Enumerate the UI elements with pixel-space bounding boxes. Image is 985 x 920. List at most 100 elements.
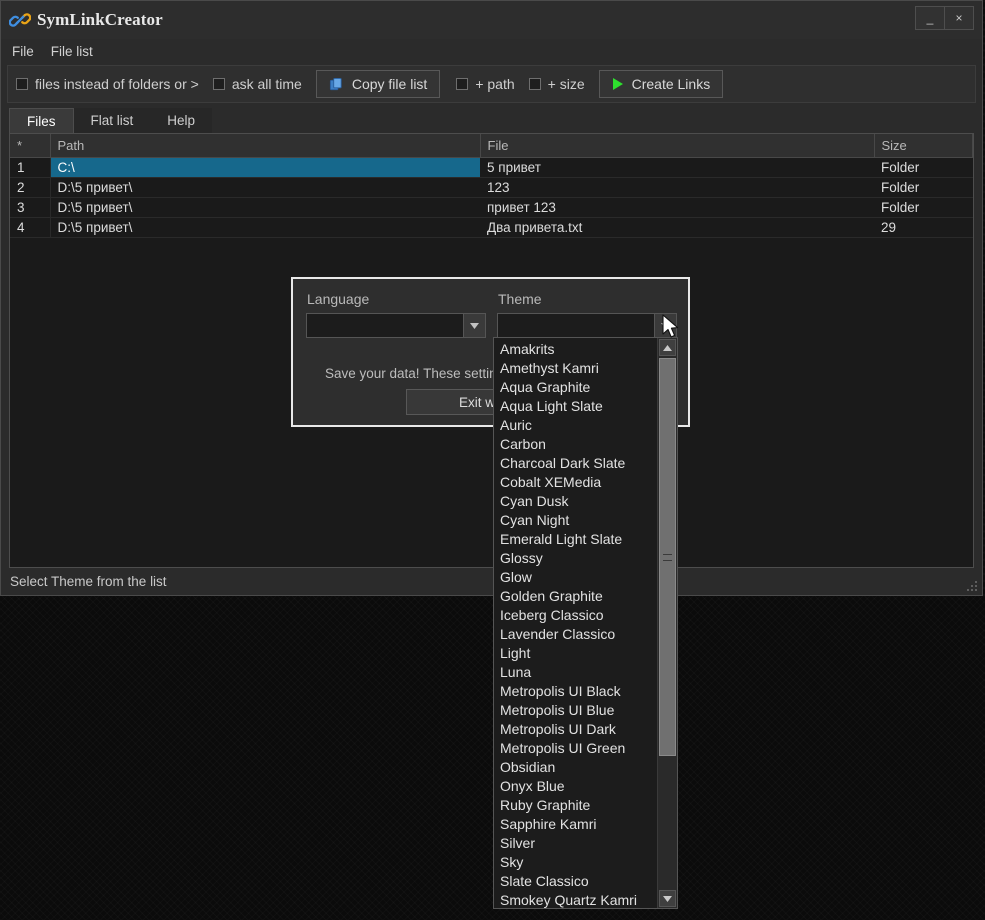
theme-option[interactable]: Cobalt XEMedia <box>494 473 657 492</box>
checkbox-files-instead-label: files instead of folders or > <box>35 76 199 92</box>
table-row[interactable]: 2 D:\5 привет\ 123 Folder <box>10 177 973 198</box>
language-combobox-value <box>307 314 463 337</box>
theme-option[interactable]: Auric <box>494 416 657 435</box>
theme-option[interactable]: Silver <box>494 834 657 853</box>
menu-item-file-list[interactable]: File list <box>49 43 95 60</box>
cell-index: 1 <box>10 157 51 178</box>
close-button[interactable]: × <box>944 7 973 29</box>
table-row[interactable]: 1 C:\ 5 привет Folder <box>10 157 973 178</box>
cell-size: Folder <box>874 197 973 218</box>
cell-path: D:\5 привет\ <box>50 217 480 238</box>
theme-dropdown-list[interactable]: Amakrits Amethyst Kamri Aqua Graphite Aqua … <box>494 338 657 908</box>
theme-combobox-value <box>498 314 654 337</box>
column-header-file[interactable]: File <box>480 134 875 158</box>
desktop-background: SymLinkCreator _ × File File list files … <box>0 0 985 920</box>
checkbox-add-path[interactable]: + path <box>456 76 515 92</box>
toolbar: files instead of folders or > ask all ti… <box>7 65 976 103</box>
cell-index: 2 <box>10 177 51 198</box>
minimize-button[interactable]: _ <box>916 7 944 29</box>
theme-option[interactable]: Sky <box>494 853 657 872</box>
table-header-row: * Path File Size <box>10 134 973 158</box>
resize-grip-icon[interactable] <box>966 580 978 592</box>
column-header-index[interactable]: * <box>10 134 51 158</box>
theme-option[interactable]: Aqua Graphite <box>494 378 657 397</box>
theme-option[interactable]: Obsidian <box>494 758 657 777</box>
tab-help[interactable]: Help <box>150 108 213 133</box>
theme-option[interactable]: Lavender Classico <box>494 625 657 644</box>
theme-option[interactable]: Metropolis UI Green <box>494 739 657 758</box>
theme-dropdown-popup: Amakrits Amethyst Kamri Aqua Graphite Aqua … <box>493 337 678 909</box>
cell-index: 4 <box>10 217 51 238</box>
theme-combobox[interactable] <box>497 313 677 338</box>
theme-option[interactable]: Iceberg Classico <box>494 606 657 625</box>
dropdown-scrollbar[interactable] <box>657 338 677 908</box>
column-header-path[interactable]: Path <box>50 134 481 158</box>
theme-option[interactable]: Smokey Quartz Kamri <box>494 891 657 908</box>
cell-file: привет 123 <box>480 197 874 218</box>
copy-file-list-label: Copy file list <box>351 76 428 92</box>
theme-option[interactable]: Amakrits <box>494 340 657 359</box>
scroll-up-arrow-icon[interactable] <box>659 339 676 356</box>
copy-file-list-button[interactable]: Copy file list <box>315 70 441 98</box>
theme-option[interactable]: Carbon <box>494 435 657 454</box>
checkbox-ask-all-time-label: ask all time <box>231 76 302 92</box>
menu-item-file[interactable]: File <box>10 43 36 60</box>
cell-index: 3 <box>10 197 51 218</box>
cell-file: Два привета.txt <box>480 217 874 238</box>
table-row[interactable]: 4 D:\5 привет\ Два привета.txt 29 <box>10 217 973 238</box>
checkbox-files-instead-of-folders[interactable]: files instead of folders or > <box>16 76 199 92</box>
checkbox-add-size[interactable]: + size <box>528 76 585 92</box>
scroll-down-arrow-icon[interactable] <box>659 890 676 907</box>
window-controls: _ × <box>915 6 974 30</box>
checkbox-ask-all-time[interactable]: ask all time <box>212 76 302 92</box>
tab-strip: Files Flat list Help <box>9 107 982 133</box>
play-triangle-icon <box>612 77 624 91</box>
theme-option[interactable]: Luna <box>494 663 657 682</box>
window-title: SymLinkCreator <box>37 10 163 29</box>
copy-icon <box>329 77 344 92</box>
theme-option[interactable]: Glow <box>494 568 657 587</box>
theme-option[interactable]: Aqua Light Slate <box>494 397 657 416</box>
theme-option[interactable]: Cyan Dusk <box>494 492 657 511</box>
theme-option[interactable]: Sapphire Kamri <box>494 815 657 834</box>
cell-size: Folder <box>874 177 973 198</box>
theme-option[interactable]: Charcoal Dark Slate <box>494 454 657 473</box>
cell-path: C:\ <box>50 157 480 178</box>
create-links-button[interactable]: Create Links <box>598 70 724 98</box>
theme-option[interactable]: Amethyst Kamri <box>494 359 657 378</box>
theme-option[interactable]: Light <box>494 644 657 663</box>
theme-option[interactable]: Metropolis UI Black <box>494 682 657 701</box>
theme-label: Theme <box>498 291 542 307</box>
title-bar: SymLinkCreator _ × <box>1 1 982 39</box>
scrollbar-thumb[interactable] <box>659 358 676 756</box>
tab-flat-list[interactable]: Flat list <box>73 108 151 133</box>
checkbox-add-size-label: + size <box>547 76 585 92</box>
theme-option[interactable]: Emerald Light Slate <box>494 530 657 549</box>
cell-file: 5 привет <box>480 157 874 178</box>
status-text: Select Theme from the list <box>10 574 167 589</box>
checkbox-box-icon <box>456 78 469 90</box>
theme-option[interactable]: Metropolis UI Blue <box>494 701 657 720</box>
dialog-message: Save your data! These settings <box>325 366 511 381</box>
table-row[interactable]: 3 D:\5 привет\ привет 123 Folder <box>10 197 973 218</box>
theme-option[interactable]: Glossy <box>494 549 657 568</box>
language-combobox[interactable] <box>306 313 486 338</box>
chain-link-icon <box>9 13 31 27</box>
chevron-down-icon[interactable] <box>654 314 676 337</box>
theme-option[interactable]: Ruby Graphite <box>494 796 657 815</box>
status-bar: Select Theme from the list <box>1 568 982 595</box>
checkbox-box-icon <box>212 78 225 90</box>
theme-option[interactable]: Onyx Blue <box>494 777 657 796</box>
cell-size: 29 <box>874 217 973 238</box>
theme-option[interactable]: Cyan Night <box>494 511 657 530</box>
tab-files[interactable]: Files <box>9 108 74 133</box>
scrollbar-grip-icon <box>663 553 672 561</box>
cell-file: 123 <box>480 177 874 198</box>
column-header-size[interactable]: Size <box>874 134 973 158</box>
cell-path: D:\5 привет\ <box>50 177 480 198</box>
theme-option[interactable]: Golden Graphite <box>494 587 657 606</box>
theme-option[interactable]: Slate Classico <box>494 872 657 891</box>
menu-bar: File File list <box>1 39 982 63</box>
theme-option[interactable]: Metropolis UI Dark <box>494 720 657 739</box>
chevron-down-icon[interactable] <box>463 314 485 337</box>
